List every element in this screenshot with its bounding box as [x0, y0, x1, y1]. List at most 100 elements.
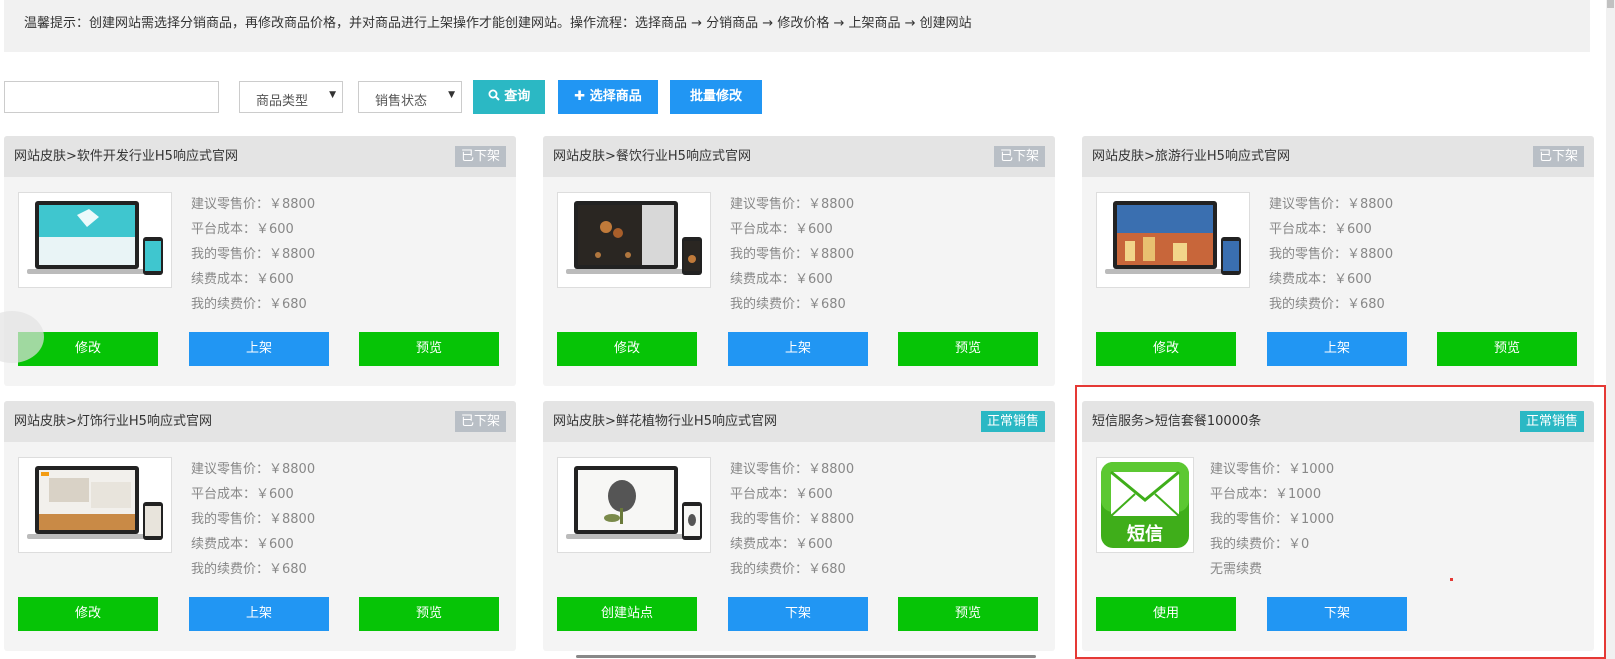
- renewal-cost: 续费成本：￥600: [191, 272, 294, 287]
- status-badge: 已下架: [993, 146, 1045, 167]
- card-title: 短信服务>短信套餐10000条: [1092, 414, 1262, 429]
- tip-banner: 温馨提示：创建网站需选择分销商品，再修改商品价格，并对商品进行上架操作才能创建网…: [4, 0, 1590, 52]
- product-card: 网站皮肤>软件开发行业H5响应式官网 已下架 建议零售价：￥8800 平台成本：…: [4, 136, 516, 386]
- product-card: 网站皮肤>旅游行业H5响应式官网 已下架 建议零售价：￥8800 平台成本：￥6…: [1082, 136, 1594, 386]
- batch-edit-button[interactable]: 批量修改: [670, 80, 762, 114]
- my-renewal-price: 我的续费价：￥0: [1210, 537, 1310, 552]
- status-badge: 已下架: [454, 146, 506, 167]
- renewal-cost: 续费成本：￥600: [191, 537, 294, 552]
- price-info: 建议零售价：￥8800 平台成本：￥600 我的零售价：￥8800 续费成本：￥…: [1269, 192, 1393, 317]
- list-button[interactable]: 上架: [189, 332, 329, 366]
- my-retail-price: 我的零售价：￥8800: [191, 512, 316, 527]
- suggested-retail-price: 建议零售价：￥8800: [191, 197, 316, 212]
- suggested-retail-price: 建议零售价：￥8800: [730, 462, 855, 477]
- price-info: 建议零售价：￥8800 平台成本：￥600 我的零售价：￥8800 续费成本：￥…: [191, 457, 315, 582]
- preview-button[interactable]: 预览: [898, 597, 1038, 631]
- suggested-retail-price: 建议零售价：￥8800: [191, 462, 316, 477]
- card-header: 网站皮肤>灯饰行业H5响应式官网 已下架: [4, 401, 516, 442]
- platform-cost: 平台成本：￥600: [191, 222, 294, 237]
- horizontal-scrollbar[interactable]: [576, 655, 1036, 658]
- product-thumbnail[interactable]: [18, 457, 172, 553]
- product-thumbnail[interactable]: [18, 192, 172, 288]
- card-title: 网站皮肤>软件开发行业H5响应式官网: [14, 149, 238, 164]
- product-card: 短信服务>短信套餐10000条 正常销售 短信 建议零售价：￥1000 平台成本…: [1082, 401, 1594, 651]
- choose-product-label: 选择商品: [589, 89, 642, 104]
- red-dot-marker: [1450, 578, 1453, 581]
- product-card: 网站皮肤>灯饰行业H5响应式官网 已下架 建议零售价：￥8800 平台成本：￥6…: [4, 401, 516, 651]
- my-retail-price: 我的零售价：￥8800: [1269, 247, 1394, 262]
- product-thumbnail[interactable]: [557, 457, 711, 553]
- vertical-scrollbar[interactable]: [1606, 0, 1615, 659]
- my-renewal-price: 我的续费价：￥680: [730, 297, 846, 312]
- my-retail-price: 我的零售价：￥8800: [730, 512, 855, 527]
- platform-cost: 平台成本：￥600: [730, 222, 833, 237]
- product-card: 网站皮肤>鲜花植物行业H5响应式官网 正常销售 建议零售价：￥8800 平台成本…: [543, 401, 1055, 651]
- dropdown-arrow-icon: ▼: [448, 90, 455, 100]
- preview-button[interactable]: 预览: [898, 332, 1038, 366]
- batch-edit-label: 批量修改: [689, 89, 742, 104]
- renewal-cost: 续费成本：￥600: [730, 537, 833, 552]
- list-button[interactable]: 上架: [189, 597, 329, 631]
- my-retail-price: 我的零售价：￥1000: [1210, 512, 1335, 527]
- product-thumbnail[interactable]: [1096, 192, 1250, 288]
- my-renewal-price: 我的续费价：￥680: [191, 562, 307, 577]
- choose-product-button[interactable]: ✚ 选择商品: [558, 80, 658, 114]
- price-info: 建议零售价：￥8800 平台成本：￥600 我的零售价：￥8800 续费成本：￥…: [730, 457, 854, 582]
- my-renewal-price: 我的续费价：￥680: [1269, 297, 1385, 312]
- query-button[interactable]: 查询: [473, 80, 545, 114]
- list-button[interactable]: 上架: [1267, 332, 1407, 366]
- tip-text: 温馨提示：创建网站需选择分销商品，再修改商品价格，并对商品进行上架操作才能创建网…: [24, 16, 972, 31]
- edit-button[interactable]: 修改: [1096, 332, 1236, 366]
- list-button[interactable]: 上架: [728, 332, 868, 366]
- my-retail-price: 我的零售价：￥8800: [730, 247, 855, 262]
- card-title: 网站皮肤>灯饰行业H5响应式官网: [14, 414, 212, 429]
- use-button[interactable]: 使用: [1096, 597, 1236, 631]
- my-retail-price: 我的零售价：￥8800: [191, 247, 316, 262]
- platform-cost: 平台成本：￥600: [191, 487, 294, 502]
- unlist-button[interactable]: 下架: [728, 597, 868, 631]
- plus-icon: ✚: [574, 89, 586, 104]
- preview-button[interactable]: 预览: [359, 332, 499, 366]
- no-renewal-text: 无需续费: [1210, 562, 1263, 577]
- preview-button[interactable]: 预览: [1437, 332, 1577, 366]
- status-badge: 正常销售: [980, 411, 1045, 432]
- my-renewal-price: 我的续费价：￥680: [191, 297, 307, 312]
- query-label: 查询: [504, 89, 531, 104]
- card-header: 网站皮肤>餐饮行业H5响应式官网 已下架: [543, 136, 1055, 177]
- platform-cost: 平台成本：￥1000: [1210, 487, 1322, 502]
- status-badge: 正常销售: [1519, 411, 1584, 432]
- product-thumbnail[interactable]: [557, 192, 711, 288]
- price-info: 建议零售价：￥8800 平台成本：￥600 我的零售价：￥8800 续费成本：￥…: [730, 192, 854, 317]
- sms-product-icon[interactable]: 短信: [1096, 457, 1194, 553]
- sale-status-select[interactable]: 销售状态 ▼: [358, 81, 462, 113]
- dropdown-arrow-icon: ▼: [329, 90, 336, 100]
- product-card: 网站皮肤>餐饮行业H5响应式官网 已下架 建议零售价：￥8800 平台成本：￥6…: [543, 136, 1055, 386]
- card-title: 网站皮肤>餐饮行业H5响应式官网: [553, 149, 751, 164]
- platform-cost: 平台成本：￥600: [1269, 222, 1372, 237]
- product-type-select[interactable]: 商品类型 ▼: [239, 81, 343, 113]
- card-header: 网站皮肤>旅游行业H5响应式官网 已下架: [1082, 136, 1594, 177]
- product-type-label: 商品类型: [256, 94, 309, 109]
- unlist-button[interactable]: 下架: [1267, 597, 1407, 631]
- preview-button[interactable]: 预览: [359, 597, 499, 631]
- suggested-retail-price: 建议零售价：￥8800: [1269, 197, 1394, 212]
- search-input[interactable]: [4, 81, 219, 113]
- renewal-cost: 续费成本：￥600: [1269, 272, 1372, 287]
- scrollbar-thumb[interactable]: [1607, 0, 1614, 8]
- card-header: 网站皮肤>软件开发行业H5响应式官网 已下架: [4, 136, 516, 177]
- my-renewal-price: 我的续费价：￥680: [730, 562, 846, 577]
- create-site-button[interactable]: 创建站点: [557, 597, 697, 631]
- search-icon: [488, 89, 500, 101]
- suggested-retail-price: 建议零售价：￥8800: [730, 197, 855, 212]
- card-header: 短信服务>短信套餐10000条 正常销售: [1082, 401, 1594, 442]
- price-info: 建议零售价：￥8800 平台成本：￥600 我的零售价：￥8800 续费成本：￥…: [191, 192, 315, 317]
- edit-button[interactable]: 修改: [557, 332, 697, 366]
- price-info: 建议零售价：￥1000 平台成本：￥1000 我的零售价：￥1000 我的续费价…: [1210, 457, 1334, 582]
- suggested-retail-price: 建议零售价：￥1000: [1210, 462, 1335, 477]
- card-title: 网站皮肤>鲜花植物行业H5响应式官网: [553, 414, 777, 429]
- edit-button[interactable]: 修改: [18, 597, 158, 631]
- card-title: 网站皮肤>旅游行业H5响应式官网: [1092, 149, 1290, 164]
- sms-icon-text: 短信: [1127, 523, 1163, 545]
- platform-cost: 平台成本：￥600: [730, 487, 833, 502]
- status-badge: 已下架: [454, 411, 506, 432]
